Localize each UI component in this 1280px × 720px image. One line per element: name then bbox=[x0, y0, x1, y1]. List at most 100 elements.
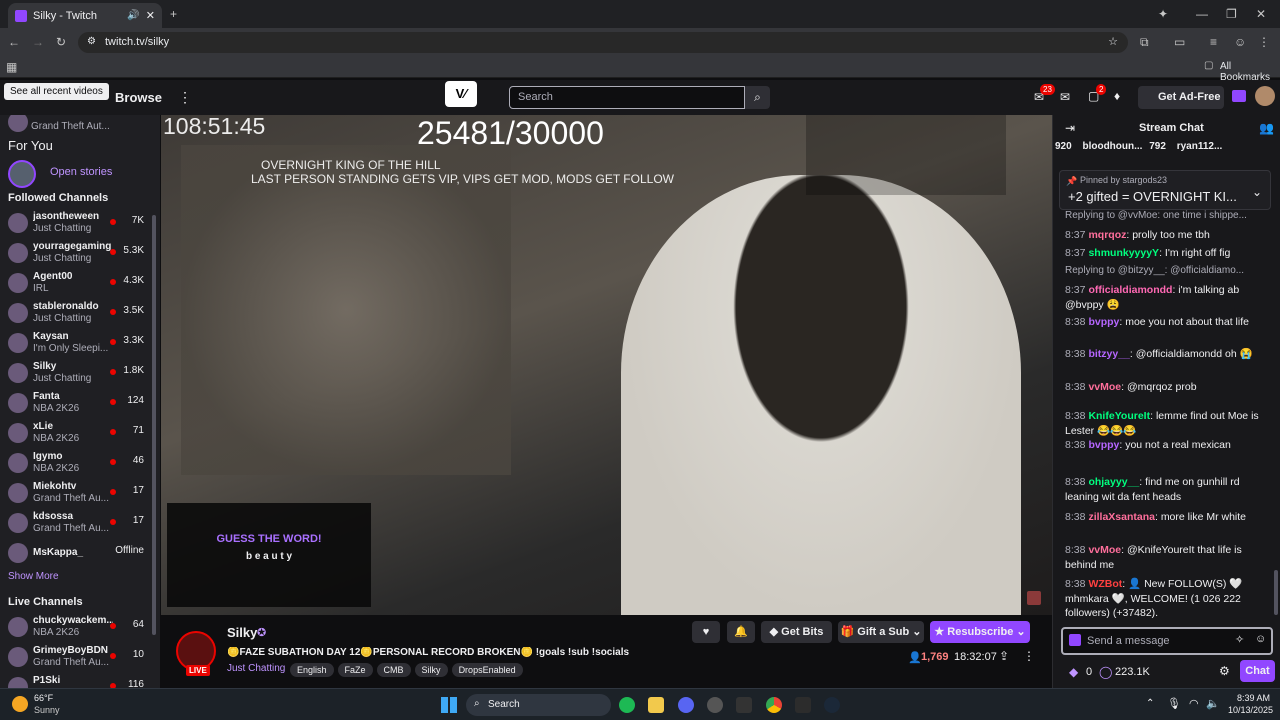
get-bits-button[interactable]: ◆ Get Bits bbox=[761, 621, 832, 643]
users-icon[interactable]: 👥 bbox=[1259, 121, 1274, 135]
followed-channel[interactable]: Fanta NBA 2K26 124 bbox=[0, 388, 150, 418]
followed-channel[interactable]: Kaysan I'm Only Sleepi... 3.3K bbox=[0, 328, 150, 358]
cast-icon[interactable]: ▭ bbox=[1174, 34, 1185, 50]
live-channel[interactable]: P1Ski 116 bbox=[0, 672, 150, 688]
close-window-icon[interactable]: ✕ bbox=[1256, 6, 1266, 22]
search-input[interactable]: Search bbox=[509, 86, 745, 109]
menu-icon[interactable]: ⋮ bbox=[1258, 34, 1270, 50]
chat-input[interactable]: Send a message ✧ ☺ bbox=[1061, 627, 1273, 655]
weather-icon[interactable] bbox=[12, 696, 28, 712]
category-link[interactable]: Just Chatting bbox=[227, 663, 285, 674]
spotify-icon[interactable] bbox=[619, 697, 635, 713]
channel-logo-icon[interactable]: V⁄ bbox=[445, 81, 477, 107]
prime-icon[interactable] bbox=[1232, 90, 1246, 102]
followed-channel[interactable]: Agent00 IRL 4.3K bbox=[0, 268, 150, 298]
stream-tag[interactable]: English bbox=[290, 663, 334, 677]
stories-avatar[interactable] bbox=[8, 160, 36, 188]
chat-send-button[interactable]: Chat bbox=[1240, 660, 1275, 682]
media-icon[interactable]: ≡ bbox=[1210, 34, 1217, 50]
site-info-icon[interactable]: ⚙ bbox=[87, 36, 96, 47]
stream-tag[interactable]: CMB bbox=[376, 663, 411, 677]
leader-name-2[interactable]: bloodhoun... bbox=[1082, 141, 1142, 152]
forward-icon[interactable]: → bbox=[32, 34, 44, 50]
open-stories-link[interactable]: Open stories bbox=[50, 166, 112, 178]
video-player[interactable]: 108:51:45 25481/30000 OVERNIGHT KING OF … bbox=[161, 115, 1052, 615]
message-username[interactable]: bvppy bbox=[1088, 316, 1119, 328]
extensions-icon[interactable]: ⧉ bbox=[1140, 34, 1149, 50]
chat-scrollbar[interactable] bbox=[1274, 570, 1278, 615]
browse-link[interactable]: Browse bbox=[115, 90, 162, 105]
restore-icon[interactable]: ❐ bbox=[1226, 6, 1237, 22]
chevron-down-icon[interactable]: ⌄ bbox=[1252, 185, 1262, 199]
apps-icon[interactable]: ▦ bbox=[6, 59, 17, 75]
steam-icon[interactable] bbox=[824, 697, 840, 713]
gemini-icon[interactable]: ✦ bbox=[1158, 6, 1168, 22]
reply-context[interactable]: Replying to @bitzyy__: @officialdiamo... bbox=[1065, 265, 1275, 276]
back-icon[interactable]: ← bbox=[8, 34, 20, 50]
message-username[interactable]: mqrqoz bbox=[1088, 229, 1126, 241]
browser-tab[interactable]: Silky - Twitch 🔊 ✕ bbox=[8, 3, 162, 28]
clock-time[interactable]: 8:39 AM bbox=[1237, 693, 1270, 703]
message-username[interactable]: shmunkyyyyY bbox=[1088, 247, 1159, 259]
followed-channel[interactable]: jasontheween Just Chatting 7K bbox=[0, 208, 150, 238]
mic-icon[interactable]: 🎙 bbox=[1167, 697, 1181, 710]
search-button[interactable]: ⌕ bbox=[745, 86, 770, 109]
settings-gear-icon[interactable]: ⚙ bbox=[1219, 664, 1230, 678]
resubscribe-button[interactable]: ★ Resubscribe ⌄ bbox=[930, 621, 1030, 643]
sidebar-scrollbar[interactable] bbox=[152, 215, 156, 635]
message-username[interactable]: zillaXsantana bbox=[1088, 511, 1155, 523]
sidebar-top-channel[interactable]: Grand Theft Aut... bbox=[0, 115, 150, 137]
more-options-icon[interactable]: ⋮ bbox=[178, 89, 192, 106]
show-more-link[interactable]: Show More bbox=[8, 571, 59, 582]
stream-tag[interactable]: FaZe bbox=[337, 663, 373, 677]
live-channel[interactable]: GrimeyBoyBDN Grand Theft Au... 10 bbox=[0, 642, 150, 672]
start-icon[interactable] bbox=[441, 697, 457, 713]
followed-channel[interactable]: Silky Just Chatting 1.8K bbox=[0, 358, 150, 388]
stream-tag[interactable]: Silky bbox=[414, 663, 448, 677]
app-icon[interactable] bbox=[795, 697, 811, 713]
mail-icon[interactable]: ✉ bbox=[1060, 90, 1070, 104]
channel-points-icon[interactable]: ◯ bbox=[1099, 665, 1112, 679]
followed-channel[interactable]: Miekohtv Grand Theft Au... 17 bbox=[0, 478, 150, 508]
followed-channel[interactable]: stableronaldo Just Chatting 3.5K bbox=[0, 298, 150, 328]
get-ad-free-button[interactable]: Get Ad-Free bbox=[1138, 86, 1224, 109]
message-username[interactable]: bitzyy__ bbox=[1088, 348, 1129, 360]
followed-channel[interactable]: MsKappa_ Offline bbox=[0, 538, 150, 568]
chrome-icon[interactable] bbox=[766, 697, 782, 713]
channel-name[interactable]: Silky bbox=[227, 625, 257, 640]
collapse-chat-icon[interactable]: ⇥ bbox=[1065, 121, 1075, 135]
message-username[interactable]: vvMoe bbox=[1088, 544, 1121, 556]
new-tab-icon[interactable]: + bbox=[170, 6, 177, 22]
reply-context[interactable]: Replying to @vvMoe: one time i shippe... bbox=[1065, 210, 1275, 221]
profile-icon[interactable]: ☺ bbox=[1234, 34, 1246, 50]
speaker-icon[interactable]: 🔊 bbox=[127, 10, 139, 21]
discord-icon[interactable] bbox=[678, 697, 694, 713]
crown-icon[interactable]: ♦ bbox=[1114, 89, 1120, 103]
followed-channel[interactable]: yourragegaming Just Chatting 5.3K bbox=[0, 238, 150, 268]
close-tab-icon[interactable]: ✕ bbox=[146, 9, 155, 22]
notify-button[interactable]: 🔔 bbox=[727, 621, 755, 643]
stream-tag[interactable]: DropsEnabled bbox=[451, 663, 523, 677]
followed-channel[interactable]: Igymo NBA 2K26 46 bbox=[0, 448, 150, 478]
clock-date[interactable]: 10/13/2025 bbox=[1228, 705, 1273, 715]
share-icon[interactable]: ⇪ bbox=[999, 649, 1009, 663]
more-icon[interactable]: ⋮ bbox=[1023, 649, 1035, 663]
leader-name-3[interactable]: ryan112... bbox=[1177, 141, 1223, 152]
taskbar-search[interactable]: ⌕ Search bbox=[466, 694, 611, 716]
wifi-icon[interactable]: ◠ bbox=[1189, 697, 1199, 710]
emote-box-icon[interactable] bbox=[1069, 634, 1081, 646]
file-explorer-icon[interactable] bbox=[648, 697, 664, 713]
followed-channel[interactable]: kdsossa Grand Theft Au... 17 bbox=[0, 508, 150, 538]
user-avatar[interactable] bbox=[1255, 86, 1275, 106]
bookmark-star-icon[interactable]: ☆ bbox=[1108, 35, 1118, 48]
message-username[interactable]: WZBot bbox=[1088, 578, 1122, 590]
xbox-icon[interactable] bbox=[707, 697, 723, 713]
gift-sub-button[interactable]: 🎁 Gift a Sub ⌄ bbox=[838, 621, 924, 643]
pinned-message[interactable]: 📌 Pinned by stargods23 +2 gifted = OVERN… bbox=[1059, 170, 1271, 210]
message-username[interactable]: KnifeYoureIt bbox=[1088, 410, 1150, 422]
followed-channel[interactable]: xLie NBA 2K26 71 bbox=[0, 418, 150, 448]
minimize-icon[interactable]: — bbox=[1196, 6, 1208, 22]
message-username[interactable]: bvppy bbox=[1088, 439, 1119, 451]
emoji-icon[interactable]: ☺ bbox=[1255, 633, 1266, 645]
live-channel[interactable]: chuckywackem... NBA 2K26 64 bbox=[0, 612, 150, 642]
